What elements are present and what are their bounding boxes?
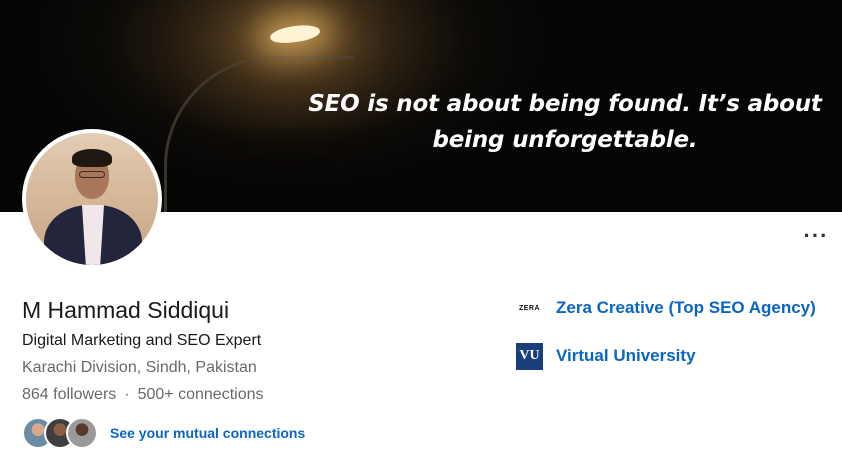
followers-count[interactable]: 864 followers	[22, 385, 116, 405]
banner-quote: SEO is not about being found. It’s about…	[308, 91, 822, 153]
vu-logo-icon: VU	[516, 342, 543, 370]
experience-item-zera[interactable]: ZERA Zera Creative (Top SEO Agency)	[516, 294, 816, 322]
more-options-button[interactable]: ···	[800, 225, 832, 250]
streetlamp-light	[269, 22, 321, 46]
profile-location: Karachi Division, Sindh, Pakistan	[22, 359, 257, 376]
profile-headline: Digital Marketing and SEO Expert	[22, 332, 262, 349]
experience-list: ZERA Zera Creative (Top SEO Agency) VU V…	[516, 294, 816, 390]
zera-logo-icon: ZERA	[516, 294, 543, 322]
experience-item-vu[interactable]: VU Virtual University	[516, 342, 816, 370]
avatar-hair	[72, 149, 112, 167]
profile-name: M Hammad Siddiqui	[22, 297, 230, 323]
mutual-connections[interactable]: See your mutual connections	[22, 416, 305, 450]
separator-dot: ·	[124, 386, 130, 403]
mutual-connections-link[interactable]: See your mutual connections	[110, 425, 305, 441]
profile-photo[interactable]	[22, 129, 162, 269]
network-stats: 864 followers · 500+ connections	[22, 385, 263, 405]
avatar-glasses	[79, 171, 105, 178]
experience-name[interactable]: Virtual University	[556, 346, 696, 366]
mutual-avatar	[66, 417, 98, 449]
connections-count[interactable]: 500+ connections	[138, 385, 264, 405]
experience-name[interactable]: Zera Creative (Top SEO Agency)	[556, 298, 816, 318]
